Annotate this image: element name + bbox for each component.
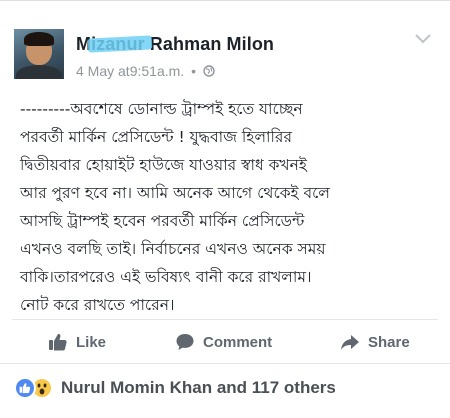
post-line: আসছি ট্রাম্পই হবেন পরবর্তী মার্কিন প্রেস… [20, 212, 305, 230]
post-line: এখনও বলছি তাই। নির্বাচনের এখনও অনেক সময় [20, 240, 326, 258]
post-line: বাকি।তারপরেও এই ভবিষ্যৎ বানী করে রাখলাম। [20, 268, 312, 286]
comment-label: Comment [203, 333, 273, 351]
post-line: আর পুরণ হবে না। আমি অনেক আগে থেকেই বলে [20, 184, 330, 202]
comment-icon [176, 334, 194, 350]
post-line: ---------অবশেষে ডোনাল্ড ট্রাম্পই হতে যাচ… [20, 100, 303, 118]
divider [12, 319, 438, 320]
like-label: Like [76, 333, 107, 351]
post-date[interactable]: 4 May [76, 63, 114, 79]
post-line: দ্বিতীয়বার হোয়াইট হাউজে যাওয়ার স্বাধ … [20, 156, 307, 174]
reactions-summary[interactable]: Nurul Momin Khan and 117 others [14, 375, 336, 401]
chevron-down-icon[interactable] [414, 33, 432, 45]
author-avatar[interactable] [14, 29, 64, 79]
action-bar: Like Comment Share [0, 321, 450, 361]
post-at: at [118, 63, 130, 79]
reaction-summary-text[interactable]: Nurul Momin Khan and 117 others [61, 378, 336, 398]
share-icon [341, 335, 359, 350]
like-reaction-icon [14, 377, 36, 399]
globe-icon[interactable] [203, 65, 215, 77]
avatar-shoulders [16, 65, 62, 79]
share-label: Share [368, 333, 410, 351]
post-body: ---------অবশেষে ডোনাল্ড ট্রাম্পই হতে যাচ… [20, 95, 438, 319]
divider [0, 363, 450, 364]
meta-separator: • [191, 63, 196, 79]
comment-button[interactable]: Comment [175, 327, 272, 357]
post-time[interactable]: 9:51a.m. [130, 63, 184, 79]
post-line: পরবর্তী মার্কিন প্রেসিডেন্ট ! যুদ্ধবাজ হ… [20, 128, 292, 146]
avatar-hair [24, 32, 54, 46]
post-meta: 4 May at9:51a.m. • [76, 63, 215, 79]
share-button[interactable]: Share [340, 327, 410, 357]
like-button[interactable]: Like [48, 327, 106, 357]
post-card: Mizanur Rahman Milon 4 May at9:51a.m. • … [0, 0, 450, 418]
post-line: নোট করে রাখতে পারেন। [20, 296, 175, 314]
thumbs-up-icon [49, 333, 67, 351]
